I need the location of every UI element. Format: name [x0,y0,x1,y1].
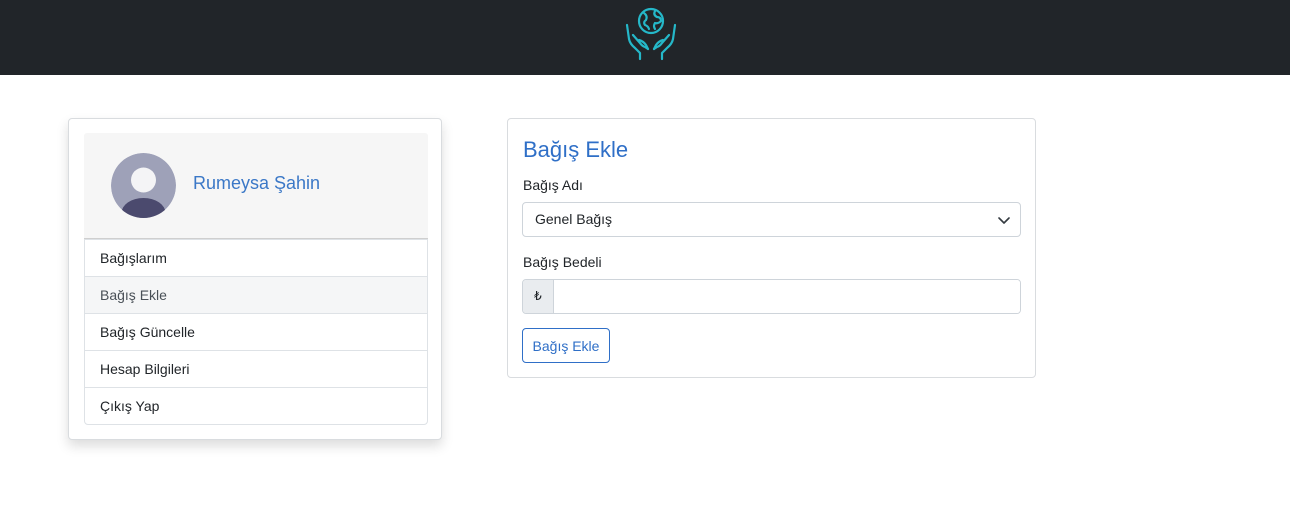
sidebar-item-update-donation[interactable]: Bağış Güncelle [85,314,427,351]
donation-amount-label: Bağış Bedeli [523,254,602,270]
form-title: Bağış Ekle [523,137,629,162]
donation-name-select[interactable]: Genel Bağış [522,202,1021,237]
donation-name-selected: Genel Bağış [535,211,613,227]
globe-in-hands-icon[interactable] [624,5,678,61]
add-donation-form: Bağış Ekle Bağış Adı Genel Bağış Bağış B… [507,118,1036,378]
sidebar-item-logout[interactable]: Çıkış Yap [85,388,427,424]
sidebar-menu: Bağışlarım Bağış Ekle Bağış Güncelle Hes… [84,239,428,425]
amount-input-group: ₺ [522,279,1021,314]
sidebar-card: Rumeysa Şahin Bağışlarım Bağış Ekle Bağı… [68,118,442,440]
currency-symbol: ₺ [523,280,554,313]
sidebar-item-add-donation[interactable]: Bağış Ekle [85,277,427,314]
user-avatar-icon [111,153,176,218]
top-navbar [0,0,1290,75]
sidebar-item-account-info[interactable]: Hesap Bilgileri [85,351,427,388]
sidebar-item-donations[interactable]: Bağışlarım [85,240,427,277]
donation-name-label: Bağış Adı [523,177,583,193]
amount-input[interactable] [554,280,1020,313]
profile-name: Rumeysa Şahin [193,173,321,193]
chevron-down-icon [998,217,1010,224]
add-donation-button[interactable]: Bağış Ekle [522,328,610,363]
profile-header: Rumeysa Şahin [84,133,428,239]
